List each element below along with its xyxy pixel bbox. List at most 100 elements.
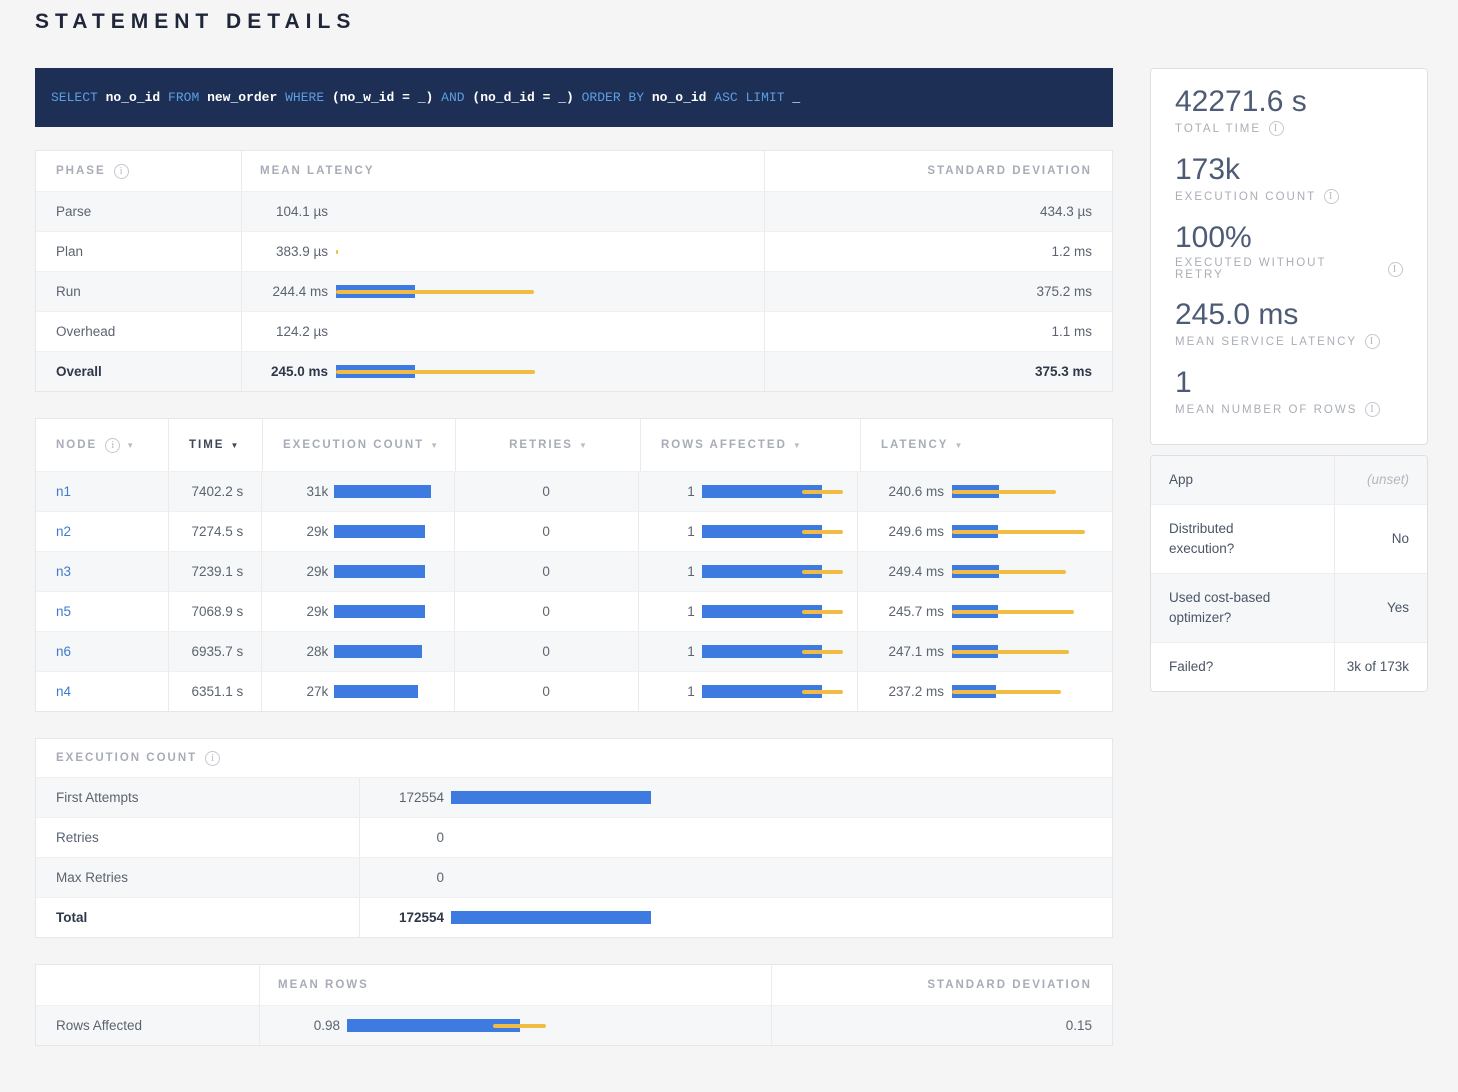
- stddev-value: 1.2 ms: [1051, 244, 1092, 259]
- node-link[interactable]: n6: [56, 644, 71, 659]
- sql-keyword: FROM: [168, 90, 199, 105]
- node-row: n6 6935.7 s 28k 0 1 247.1 ms: [36, 631, 1112, 671]
- execution-row-label: Max Retries: [56, 870, 128, 885]
- phase-row: Overall 245.0 ms 375.3 ms: [36, 351, 1112, 391]
- node-exec-count-value: 29k: [282, 524, 328, 539]
- execution-row-label: Total: [56, 910, 87, 925]
- stat-value: 173k: [1175, 153, 1403, 187]
- node-retries-value: 0: [542, 644, 550, 659]
- execution-count-row: Retries 0: [36, 817, 1112, 857]
- node-link[interactable]: n4: [56, 684, 71, 699]
- node-retries-value: 0: [542, 484, 550, 499]
- summary-stat: 100% EXECUTED WITHOUT RETRY i: [1175, 221, 1403, 281]
- attribute-label: Used cost-based optimizer?: [1151, 574, 1334, 642]
- execution-count-bar: [451, 831, 653, 844]
- node-latency-value: 245.7 ms: [878, 604, 944, 619]
- phase-row: Plan 383.9 µs 1.2 ms: [36, 231, 1112, 271]
- phase-latency-table: PHASE i MEAN LATENCY STANDARD DEVIATION …: [35, 150, 1113, 392]
- mean-bar: [334, 485, 431, 498]
- mean-rows-column-header: MEAN ROWS: [259, 965, 771, 1005]
- node-exec-count-value: 28k: [282, 644, 328, 659]
- info-icon[interactable]: i: [114, 164, 129, 179]
- stddev-line: [952, 490, 1056, 494]
- mean-bar: [334, 525, 425, 538]
- node-time-value: 7274.5 s: [191, 524, 243, 539]
- node-row: n1 7402.2 s 31k 0 1 240.6 ms: [36, 471, 1112, 511]
- stat-value: 42271.6 s: [1175, 85, 1403, 119]
- node-link[interactable]: n5: [56, 604, 71, 619]
- stddev-line: [952, 690, 1061, 694]
- mean-latency-value: 104.1 µs: [260, 204, 328, 219]
- mean-bar: [451, 911, 651, 924]
- latency-bar: [336, 245, 541, 258]
- node-time-value: 7068.9 s: [191, 604, 243, 619]
- latency-bar: [336, 285, 541, 298]
- execution-count-bar: [451, 911, 653, 924]
- mean-latency-value: 124.2 µs: [260, 324, 328, 339]
- attribute-label: Failed?: [1151, 643, 1334, 691]
- node-rows-affected-value: 1: [659, 484, 695, 499]
- sql-identifier: no_o_id: [106, 90, 161, 105]
- summary-stat: 173k EXECUTION COUNT i: [1175, 153, 1403, 204]
- info-icon[interactable]: i: [1324, 189, 1339, 204]
- latency-column-header[interactable]: LATENCY ▼: [860, 419, 1112, 471]
- latency-bar: [952, 485, 1112, 498]
- node-rows-affected-value: 1: [659, 604, 695, 619]
- execution-row-value: 172554: [368, 790, 444, 805]
- node-retries-value: 0: [542, 564, 550, 579]
- mean-latency-value: 383.9 µs: [260, 244, 328, 259]
- execution-row-value: 0: [368, 830, 444, 845]
- exec-count-bar: [334, 605, 444, 618]
- node-exec-count-value: 29k: [282, 564, 328, 579]
- sql-identifier: no_o_id: [652, 90, 707, 105]
- attribute-row: Failed? 3k of 173k: [1151, 642, 1427, 691]
- sql-keyword: ASC: [714, 90, 737, 105]
- sort-caret-icon: ▼: [579, 441, 587, 450]
- node-time-value: 7402.2 s: [191, 484, 243, 499]
- execution-row-value: 0: [368, 870, 444, 885]
- info-icon[interactable]: i: [1388, 262, 1403, 277]
- retries-column-header[interactable]: RETRIES ▼: [455, 419, 640, 471]
- node-link[interactable]: n3: [56, 564, 71, 579]
- sql-keyword: SELECT: [51, 90, 98, 105]
- latency-bar: [952, 605, 1112, 618]
- sql-identifier: (no_d_id = _): [472, 90, 573, 105]
- summary-stat: 1 MEAN NUMBER OF ROWS i: [1175, 366, 1403, 417]
- statement-attributes-panel: App (unset) Distributed execution? No Us…: [1150, 455, 1428, 692]
- rows-affected-column-header[interactable]: ROWS AFFECTED ▼: [640, 419, 860, 471]
- node-column-header[interactable]: NODE i ▼: [36, 419, 168, 471]
- mean-rows-bar: [347, 1019, 547, 1032]
- info-icon[interactable]: i: [1269, 121, 1284, 136]
- info-icon[interactable]: i: [1365, 334, 1380, 349]
- mean-rows-value: 0.98: [278, 1018, 340, 1033]
- node-link[interactable]: n1: [56, 484, 71, 499]
- node-retries-value: 0: [542, 684, 550, 699]
- node-link[interactable]: n2: [56, 524, 71, 539]
- execution-count-bar: [451, 791, 653, 804]
- stddev-line: [802, 490, 843, 494]
- stat-label: TOTAL TIME i: [1175, 121, 1403, 136]
- stddev-line: [802, 570, 843, 574]
- phase-row: Run 244.4 ms 375.2 ms: [36, 271, 1112, 311]
- stddev-line: [802, 610, 843, 614]
- time-column-header[interactable]: TIME ▼: [168, 419, 262, 471]
- rows-affected-label: Rows Affected: [56, 1018, 142, 1033]
- sql-statement-box: SELECT no_o_id FROM new_order WHERE (no_…: [35, 68, 1113, 127]
- attribute-value: (unset): [1334, 456, 1427, 504]
- phase-column-header: PHASE i: [36, 151, 241, 191]
- exec-count-bar: [334, 525, 444, 538]
- stddev-value: 434.3 µs: [1040, 204, 1092, 219]
- stddev-line: [952, 610, 1074, 614]
- execution-count-column-header[interactable]: EXECUTION COUNT ▼: [262, 419, 455, 471]
- info-icon[interactable]: i: [105, 438, 120, 453]
- latency-bar: [952, 685, 1112, 698]
- info-icon[interactable]: i: [1365, 402, 1380, 417]
- stat-label: EXECUTION COUNT i: [1175, 189, 1403, 204]
- stat-value: 245.0 ms: [1175, 298, 1403, 332]
- sql-keyword: LIMIT: [746, 90, 785, 105]
- stddev-line: [336, 370, 535, 374]
- info-icon[interactable]: i: [205, 751, 220, 766]
- rows-affected-bar: [702, 485, 852, 498]
- attribute-value: 3k of 173k: [1334, 643, 1427, 691]
- phase-label: Plan: [56, 244, 83, 259]
